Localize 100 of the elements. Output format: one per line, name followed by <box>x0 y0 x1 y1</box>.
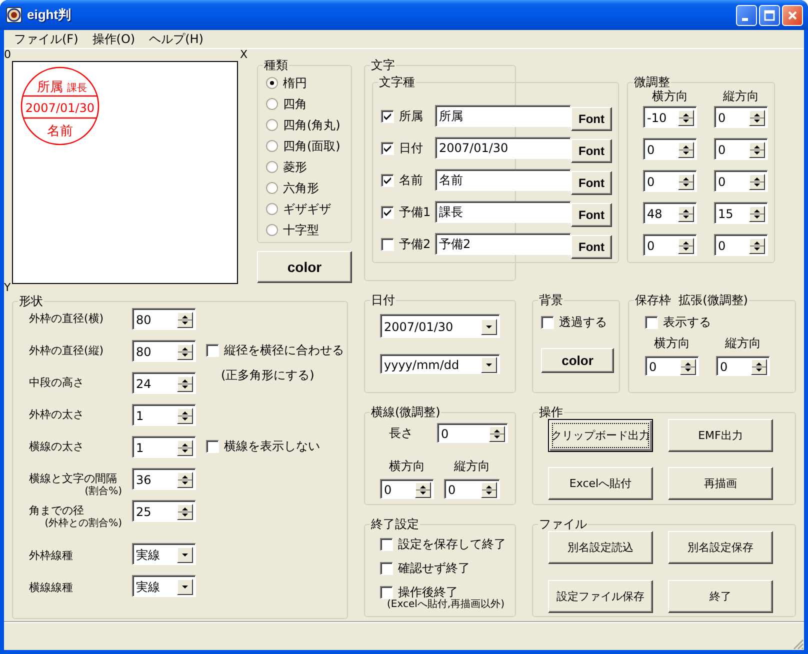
checkbox[interactable] <box>380 538 393 550</box>
checkbox-label[interactable]: 透過する <box>559 315 607 329</box>
font-button[interactable]: Font <box>571 203 612 227</box>
checkbox-label[interactable]: 操作後終了 <box>398 585 458 599</box>
spin-field[interactable]: 25 <box>132 500 196 522</box>
checkbox[interactable] <box>381 174 394 186</box>
radio-button[interactable] <box>266 182 278 194</box>
radio-label[interactable]: 六角形 <box>283 180 319 194</box>
checkbox[interactable] <box>381 142 394 154</box>
radio-label[interactable]: 菱形 <box>283 160 307 174</box>
spin-arrows-icon[interactable] <box>177 440 193 456</box>
radio-label[interactable]: ギザギザ <box>283 202 331 216</box>
action-button[interactable]: 再描画 <box>668 467 773 500</box>
dropdown-field[interactable]: 2007/01/30 <box>380 314 500 338</box>
spin-arrows-icon[interactable] <box>749 238 765 254</box>
checkbox[interactable] <box>380 586 393 598</box>
spin-field[interactable]: 0 <box>714 106 768 128</box>
checkbox-label[interactable]: 表示する <box>663 315 711 329</box>
checkbox[interactable] <box>381 238 394 250</box>
spin-field[interactable]: -10 <box>643 106 697 128</box>
radio-label[interactable]: 楕円 <box>283 76 307 90</box>
checkbox[interactable] <box>380 562 393 574</box>
checkbox[interactable] <box>206 344 219 356</box>
checkbox-label[interactable]: 縦径を横径に合わせる <box>224 343 344 357</box>
spin-arrows-icon[interactable] <box>678 206 694 222</box>
menu-item[interactable]: ファイル(F) <box>8 31 86 47</box>
spin-arrows-icon[interactable] <box>749 206 765 222</box>
spin-field[interactable]: 48 <box>643 202 697 224</box>
font-button[interactable]: Font <box>571 235 612 259</box>
checkbox-label[interactable]: 所属 <box>399 109 423 123</box>
text-field[interactable]: 予備2 <box>435 233 571 255</box>
action-button[interactable]: Excelへ貼付 <box>548 467 653 500</box>
spin-field[interactable]: 0 <box>714 170 768 192</box>
color-button[interactable]: color <box>541 348 614 373</box>
radio-label[interactable]: 十字型 <box>283 222 319 236</box>
minimize-button[interactable] <box>736 4 757 26</box>
spin-field[interactable]: 15 <box>714 202 768 224</box>
action-button[interactable]: EMF出力 <box>668 419 773 452</box>
checkbox-label[interactable]: 横線を表示しない <box>224 439 320 453</box>
spin-field[interactable]: 0 <box>643 138 697 160</box>
checkbox-label[interactable]: 日付 <box>399 141 423 155</box>
spin-field[interactable]: 1 <box>132 404 196 426</box>
radio-button[interactable] <box>266 98 278 110</box>
spin-arrows-icon[interactable] <box>177 504 193 520</box>
radio-button[interactable] <box>266 202 278 214</box>
radio-button[interactable] <box>266 224 278 236</box>
spin-arrows-icon[interactable] <box>678 110 694 126</box>
spin-field[interactable]: 0 <box>444 479 500 499</box>
radio-button[interactable] <box>266 118 278 130</box>
radio-label[interactable]: 四角(角丸) <box>283 118 340 132</box>
radio-button[interactable] <box>266 140 278 152</box>
checkbox[interactable] <box>541 316 554 328</box>
spin-arrows-icon[interactable] <box>415 482 431 498</box>
action-button[interactable]: 別名設定保存 <box>668 531 773 564</box>
spin-arrows-icon[interactable] <box>678 238 694 254</box>
radio-label[interactable]: 四角(面取) <box>283 138 340 152</box>
checkbox-label[interactable]: 設定を保存して終了 <box>398 537 506 551</box>
spin-arrows-icon[interactable] <box>749 174 765 190</box>
spin-field[interactable]: 1 <box>132 436 196 458</box>
checkbox-label[interactable]: 予備1 <box>399 205 431 219</box>
checkbox-label[interactable]: 予備2 <box>399 237 431 251</box>
spin-arrows-icon[interactable] <box>177 344 193 360</box>
font-button[interactable]: Font <box>571 171 612 195</box>
radio-label[interactable]: 四角 <box>283 96 307 110</box>
spin-arrows-icon[interactable] <box>678 174 694 190</box>
spin-arrows-icon[interactable] <box>680 358 696 374</box>
spin-field[interactable]: 0 <box>380 479 434 499</box>
spin-field[interactable]: 80 <box>132 308 196 330</box>
spin-arrows-icon[interactable] <box>489 426 505 442</box>
dropdown-field[interactable]: 実線 <box>132 575 196 597</box>
spin-field[interactable]: 0 <box>645 356 699 376</box>
spin-arrows-icon[interactable] <box>751 358 767 374</box>
spin-arrows-icon[interactable] <box>749 110 765 126</box>
font-button[interactable]: Font <box>571 139 612 163</box>
radio-button[interactable] <box>266 160 278 172</box>
spin-field[interactable]: 24 <box>132 372 196 394</box>
spin-field[interactable]: 80 <box>132 340 196 362</box>
spin-arrows-icon[interactable] <box>678 142 694 158</box>
spin-arrows-icon[interactable] <box>177 472 193 488</box>
spin-arrows-icon[interactable] <box>177 408 193 424</box>
spin-arrows-icon[interactable] <box>481 482 497 498</box>
menu-item[interactable]: ヘルプ(H) <box>143 31 212 47</box>
spin-field[interactable]: 0 <box>643 170 697 192</box>
action-button[interactable]: 終了 <box>668 580 773 613</box>
spin-field[interactable]: 0 <box>437 423 508 443</box>
action-button[interactable]: 別名設定読込 <box>548 531 653 564</box>
checkbox[interactable] <box>381 110 394 122</box>
checkbox[interactable] <box>381 206 394 218</box>
spin-arrows-icon[interactable] <box>177 312 193 328</box>
radio-button[interactable] <box>266 76 278 88</box>
dropdown-field[interactable]: yyyy/mm/dd <box>380 354 500 374</box>
menu-item[interactable]: 操作(O) <box>86 31 144 47</box>
spin-field[interactable]: 0 <box>714 138 768 160</box>
dropdown-field[interactable]: 実線 <box>132 543 196 565</box>
spin-field[interactable]: 0 <box>643 234 697 256</box>
checkbox-label[interactable]: 確認せず終了 <box>398 561 470 575</box>
resize-grip-icon[interactable] <box>792 638 804 650</box>
checkbox[interactable] <box>206 440 219 452</box>
spin-field[interactable]: 36 <box>132 468 196 490</box>
text-field[interactable]: 2007/01/30 <box>435 137 571 159</box>
